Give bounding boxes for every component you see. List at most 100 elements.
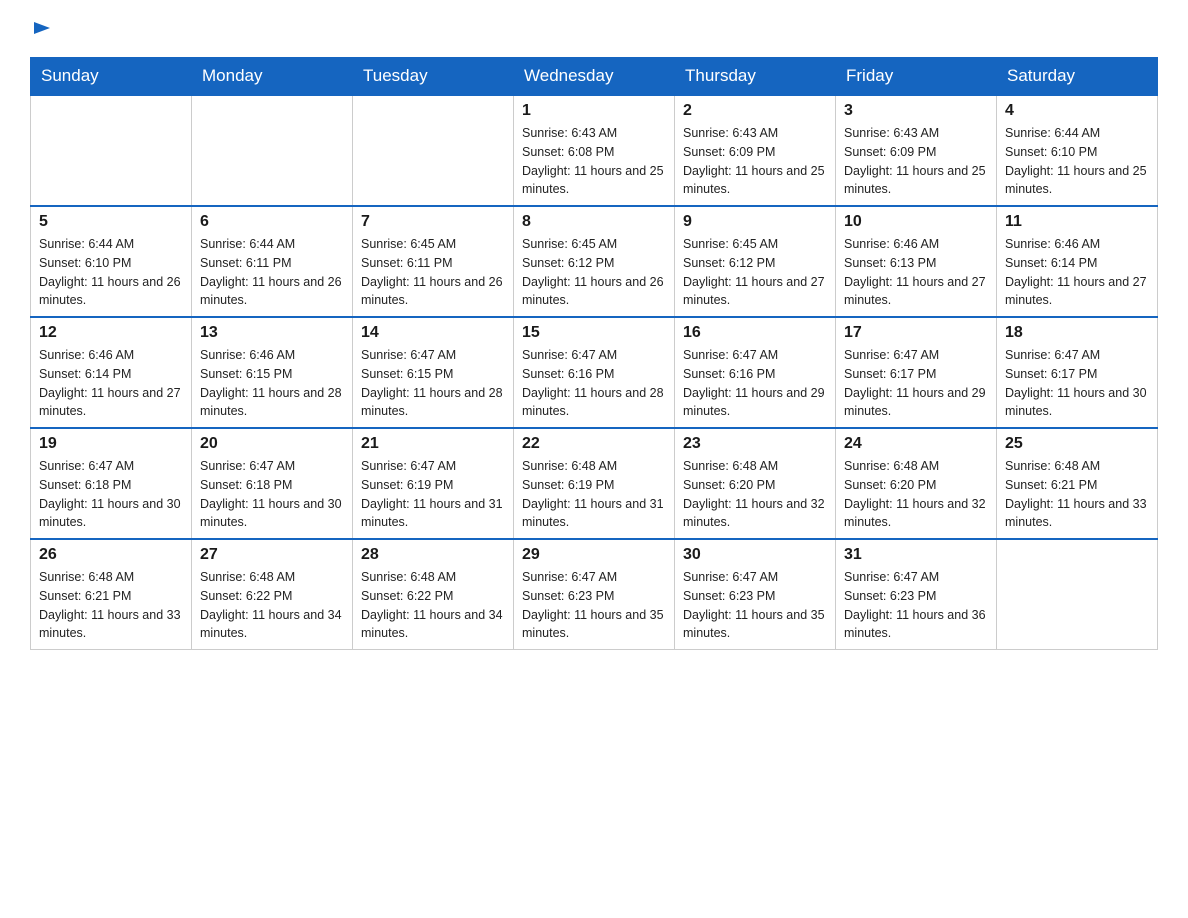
day-number: 11 bbox=[1005, 213, 1149, 231]
day-info: Sunrise: 6:46 AM Sunset: 6:14 PM Dayligh… bbox=[39, 346, 183, 421]
day-number: 3 bbox=[844, 102, 988, 120]
day-info: Sunrise: 6:45 AM Sunset: 6:12 PM Dayligh… bbox=[522, 235, 666, 310]
day-number: 16 bbox=[683, 324, 827, 342]
day-number: 19 bbox=[39, 435, 183, 453]
day-info: Sunrise: 6:47 AM Sunset: 6:18 PM Dayligh… bbox=[39, 457, 183, 532]
day-number: 27 bbox=[200, 546, 344, 564]
day-info: Sunrise: 6:47 AM Sunset: 6:23 PM Dayligh… bbox=[522, 568, 666, 643]
calendar-cell: 3 Sunrise: 6:43 AM Sunset: 6:09 PM Daylig… bbox=[836, 95, 997, 206]
weekday-header-tuesday: Tuesday bbox=[353, 58, 514, 96]
day-info: Sunrise: 6:43 AM Sunset: 6:09 PM Dayligh… bbox=[844, 124, 988, 199]
day-number: 17 bbox=[844, 324, 988, 342]
calendar-cell: 26 Sunrise: 6:48 AM Sunset: 6:21 PM Dayli… bbox=[31, 539, 192, 650]
day-number: 13 bbox=[200, 324, 344, 342]
day-info: Sunrise: 6:44 AM Sunset: 6:10 PM Dayligh… bbox=[39, 235, 183, 310]
day-number: 26 bbox=[39, 546, 183, 564]
day-info: Sunrise: 6:48 AM Sunset: 6:22 PM Dayligh… bbox=[200, 568, 344, 643]
calendar-cell: 5 Sunrise: 6:44 AM Sunset: 6:10 PM Daylig… bbox=[31, 206, 192, 317]
calendar-cell: 23 Sunrise: 6:48 AM Sunset: 6:20 PM Dayli… bbox=[675, 428, 836, 539]
calendar-cell: 12Sunrise: 6:46 AM Sunset: 6:14 PM Dayli… bbox=[31, 317, 192, 428]
day-number: 22 bbox=[522, 435, 666, 453]
calendar-cell: 28 Sunrise: 6:48 AM Sunset: 6:22 PM Dayli… bbox=[353, 539, 514, 650]
calendar-cell: 9Sunrise: 6:45 AM Sunset: 6:12 PM Daylig… bbox=[675, 206, 836, 317]
day-number: 4 bbox=[1005, 102, 1149, 120]
day-number: 8 bbox=[522, 213, 666, 231]
weekday-header-friday: Friday bbox=[836, 58, 997, 96]
calendar-cell: 13Sunrise: 6:46 AM Sunset: 6:15 PM Dayli… bbox=[192, 317, 353, 428]
day-info: Sunrise: 6:46 AM Sunset: 6:13 PM Dayligh… bbox=[844, 235, 988, 310]
calendar-cell: 19 Sunrise: 6:47 AM Sunset: 6:18 PM Dayli… bbox=[31, 428, 192, 539]
weekday-header-wednesday: Wednesday bbox=[514, 58, 675, 96]
day-info: Sunrise: 6:47 AM Sunset: 6:17 PM Dayligh… bbox=[844, 346, 988, 421]
calendar-cell: 27 Sunrise: 6:48 AM Sunset: 6:22 PM Dayli… bbox=[192, 539, 353, 650]
day-number: 21 bbox=[361, 435, 505, 453]
calendar-cell: 14Sunrise: 6:47 AM Sunset: 6:15 PM Dayli… bbox=[353, 317, 514, 428]
calendar-table: SundayMondayTuesdayWednesdayThursdayFrid… bbox=[30, 57, 1158, 650]
day-info: Sunrise: 6:45 AM Sunset: 6:11 PM Dayligh… bbox=[361, 235, 505, 310]
day-info: Sunrise: 6:48 AM Sunset: 6:20 PM Dayligh… bbox=[683, 457, 827, 532]
day-number: 30 bbox=[683, 546, 827, 564]
day-info: Sunrise: 6:47 AM Sunset: 6:16 PM Dayligh… bbox=[522, 346, 666, 421]
calendar-cell: 22 Sunrise: 6:48 AM Sunset: 6:19 PM Dayli… bbox=[514, 428, 675, 539]
day-info: Sunrise: 6:44 AM Sunset: 6:11 PM Dayligh… bbox=[200, 235, 344, 310]
day-number: 31 bbox=[844, 546, 988, 564]
weekday-header-monday: Monday bbox=[192, 58, 353, 96]
day-info: Sunrise: 6:44 AM Sunset: 6:10 PM Dayligh… bbox=[1005, 124, 1149, 199]
day-number: 20 bbox=[200, 435, 344, 453]
day-number: 18 bbox=[1005, 324, 1149, 342]
day-number: 9 bbox=[683, 213, 827, 231]
logo bbox=[30, 20, 54, 47]
calendar-cell: 25 Sunrise: 6:48 AM Sunset: 6:21 PM Dayli… bbox=[997, 428, 1158, 539]
calendar-week-row: 19 Sunrise: 6:47 AM Sunset: 6:18 PM Dayli… bbox=[31, 428, 1158, 539]
day-info: Sunrise: 6:48 AM Sunset: 6:19 PM Dayligh… bbox=[522, 457, 666, 532]
day-info: Sunrise: 6:47 AM Sunset: 6:17 PM Dayligh… bbox=[1005, 346, 1149, 421]
day-number: 25 bbox=[1005, 435, 1149, 453]
day-number: 14 bbox=[361, 324, 505, 342]
day-info: Sunrise: 6:47 AM Sunset: 6:18 PM Dayligh… bbox=[200, 457, 344, 532]
weekday-header-thursday: Thursday bbox=[675, 58, 836, 96]
calendar-cell bbox=[31, 95, 192, 206]
day-info: Sunrise: 6:48 AM Sunset: 6:20 PM Dayligh… bbox=[844, 457, 988, 532]
day-info: Sunrise: 6:48 AM Sunset: 6:21 PM Dayligh… bbox=[1005, 457, 1149, 532]
calendar-week-row: 12Sunrise: 6:46 AM Sunset: 6:14 PM Dayli… bbox=[31, 317, 1158, 428]
day-number: 7 bbox=[361, 213, 505, 231]
calendar-week-row: 1Sunrise: 6:43 AM Sunset: 6:08 PM Daylig… bbox=[31, 95, 1158, 206]
weekday-header-sunday: Sunday bbox=[31, 58, 192, 96]
day-info: Sunrise: 6:48 AM Sunset: 6:22 PM Dayligh… bbox=[361, 568, 505, 643]
day-info: Sunrise: 6:47 AM Sunset: 6:19 PM Dayligh… bbox=[361, 457, 505, 532]
day-number: 6 bbox=[200, 213, 344, 231]
calendar-cell: 10 Sunrise: 6:46 AM Sunset: 6:13 PM Dayli… bbox=[836, 206, 997, 317]
calendar-cell bbox=[997, 539, 1158, 650]
day-number: 23 bbox=[683, 435, 827, 453]
day-number: 5 bbox=[39, 213, 183, 231]
day-info: Sunrise: 6:47 AM Sunset: 6:16 PM Dayligh… bbox=[683, 346, 827, 421]
day-number: 24 bbox=[844, 435, 988, 453]
calendar-cell: 16 Sunrise: 6:47 AM Sunset: 6:16 PM Dayli… bbox=[675, 317, 836, 428]
calendar-cell: 6 Sunrise: 6:44 AM Sunset: 6:11 PM Daylig… bbox=[192, 206, 353, 317]
calendar-cell: 20 Sunrise: 6:47 AM Sunset: 6:18 PM Dayli… bbox=[192, 428, 353, 539]
weekday-header-row: SundayMondayTuesdayWednesdayThursdayFrid… bbox=[31, 58, 1158, 96]
page-header bbox=[30, 20, 1158, 47]
day-info: Sunrise: 6:43 AM Sunset: 6:09 PM Dayligh… bbox=[683, 124, 827, 199]
day-info: Sunrise: 6:47 AM Sunset: 6:23 PM Dayligh… bbox=[844, 568, 988, 643]
day-number: 10 bbox=[844, 213, 988, 231]
calendar-cell: 15 Sunrise: 6:47 AM Sunset: 6:16 PM Dayli… bbox=[514, 317, 675, 428]
calendar-cell: 11 Sunrise: 6:46 AM Sunset: 6:14 PM Dayli… bbox=[997, 206, 1158, 317]
calendar-cell bbox=[353, 95, 514, 206]
calendar-week-row: 26 Sunrise: 6:48 AM Sunset: 6:21 PM Dayli… bbox=[31, 539, 1158, 650]
day-number: 1 bbox=[522, 102, 666, 120]
day-number: 2 bbox=[683, 102, 827, 120]
calendar-cell: 4 Sunrise: 6:44 AM Sunset: 6:10 PM Daylig… bbox=[997, 95, 1158, 206]
day-number: 28 bbox=[361, 546, 505, 564]
calendar-cell: 30 Sunrise: 6:47 AM Sunset: 6:23 PM Dayli… bbox=[675, 539, 836, 650]
calendar-cell: 7 Sunrise: 6:45 AM Sunset: 6:11 PM Daylig… bbox=[353, 206, 514, 317]
day-number: 15 bbox=[522, 324, 666, 342]
calendar-cell: 2 Sunrise: 6:43 AM Sunset: 6:09 PM Daylig… bbox=[675, 95, 836, 206]
calendar-cell: 29Sunrise: 6:47 AM Sunset: 6:23 PM Dayli… bbox=[514, 539, 675, 650]
day-info: Sunrise: 6:47 AM Sunset: 6:23 PM Dayligh… bbox=[683, 568, 827, 643]
calendar-cell: 18 Sunrise: 6:47 AM Sunset: 6:17 PM Dayli… bbox=[997, 317, 1158, 428]
weekday-header-saturday: Saturday bbox=[997, 58, 1158, 96]
day-info: Sunrise: 6:48 AM Sunset: 6:21 PM Dayligh… bbox=[39, 568, 183, 643]
day-info: Sunrise: 6:46 AM Sunset: 6:14 PM Dayligh… bbox=[1005, 235, 1149, 310]
calendar-cell: 1Sunrise: 6:43 AM Sunset: 6:08 PM Daylig… bbox=[514, 95, 675, 206]
